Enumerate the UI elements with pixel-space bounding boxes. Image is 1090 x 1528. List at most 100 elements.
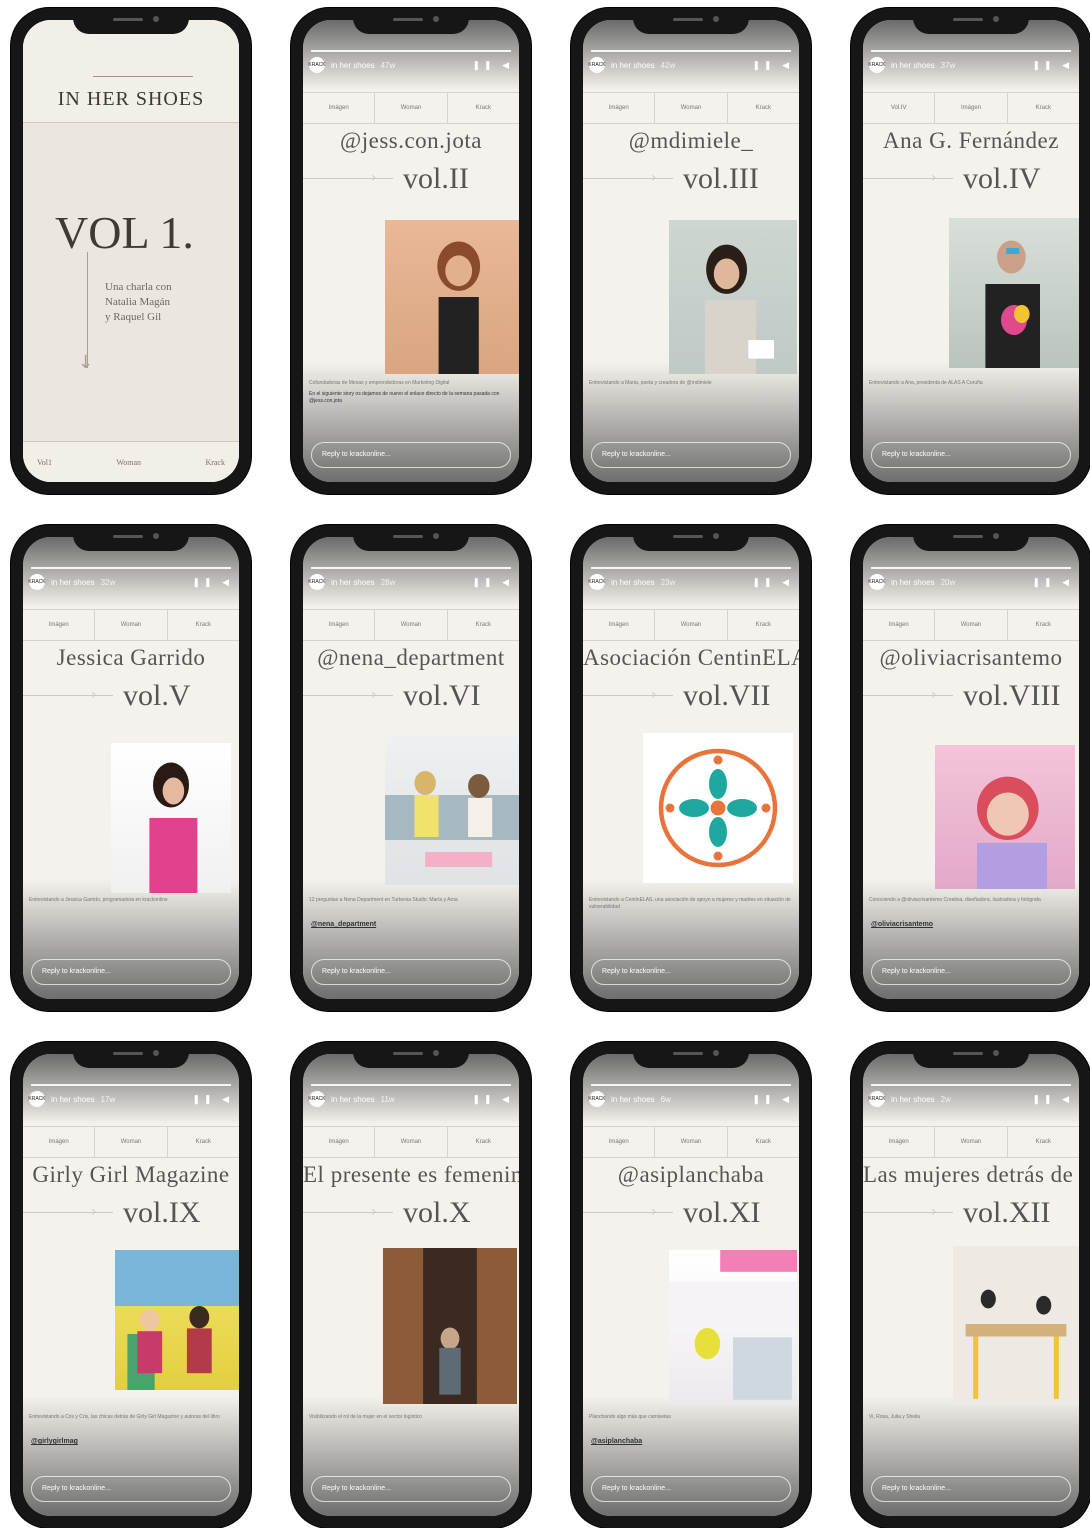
story-tag[interactable]: @nena_department [311,921,376,928]
story-account-row: KRACK in her shoes 20w ❚❚ ◀ [868,573,1073,591]
avatar[interactable]: KRACK [308,57,326,73]
story-nav-bar: Imágen Woman Krack [23,1126,239,1158]
story-time: 28w [380,577,396,587]
story-progress-bar [591,567,791,569]
story-screen[interactable]: KRACK in her shoes 47w ❚❚ ◀ Imágen Woman… [303,20,519,482]
pause-mute-icon[interactable]: ❚❚ ◀ [752,60,793,71]
story-time: 23w [660,577,676,587]
story-nav-bar: Imágen Woman Krack [583,92,799,124]
avatar[interactable]: KRACK [28,574,46,590]
story-screen[interactable]: KRACK in her shoes 32w ❚❚ ◀ Imágen Woman… [23,537,239,999]
reply-input[interactable]: Reply to krackonline... [591,442,791,468]
story-volume: vol.X [403,1196,471,1229]
story-progress-bar [31,1084,231,1086]
story-tag[interactable]: @oliviacrisantemo [871,921,933,928]
reply-input[interactable]: Reply to krackonline... [311,442,511,468]
arrow-line [303,695,393,696]
phone-story: KRACK in her shoes 11w ❚❚ ◀ Imágen Woman… [291,1042,531,1528]
nav-item: Imágen [863,1127,936,1157]
story-screen[interactable]: KRACK in her shoes 20w ❚❚ ◀ Imágen Woman… [863,537,1079,999]
arrow-right-icon: › [91,687,97,703]
story-volume: vol.V [123,679,191,712]
account-name[interactable]: in her shoes [891,578,935,587]
story-volume: vol.XII [963,1196,1051,1229]
arrow-line [583,178,673,179]
story-screen[interactable]: KRACK in her shoes 28w ❚❚ ◀ Imágen Woman… [303,537,519,999]
phone-notch [633,1042,749,1068]
phone-notch [913,8,1029,34]
account-name[interactable]: in her shoes [331,578,375,587]
avatar[interactable]: KRACK [588,57,606,73]
story-account-row: KRACK in her shoes 28w ❚❚ ◀ [308,573,513,591]
nav-item: Imágen [583,1127,656,1157]
phone-notch [73,1042,189,1068]
phone-story: KRACK in her shoes 28w ❚❚ ◀ Imágen Woman… [291,525,531,1011]
avatar[interactable]: KRACK [28,1091,46,1107]
account-name[interactable]: in her shoes [51,578,95,587]
reply-input[interactable]: Reply to krackonline... [591,1476,791,1502]
phone-story: KRACK in her shoes 6w ❚❚ ◀ Imágen Woman … [571,1042,811,1528]
account-name[interactable]: in her shoes [611,1095,655,1104]
pause-mute-icon[interactable]: ❚❚ ◀ [1032,60,1073,71]
pause-mute-icon[interactable]: ❚❚ ◀ [472,1094,513,1105]
pause-mute-icon[interactable]: ❚❚ ◀ [472,60,513,71]
phone-notch [633,8,749,34]
reply-input[interactable]: Reply to krackonline... [871,1476,1071,1502]
reply-input[interactable]: Reply to krackonline... [311,1476,511,1502]
pause-mute-icon[interactable]: ❚❚ ◀ [1032,1094,1073,1105]
story-tag[interactable]: @asiplanchaba [591,1438,642,1445]
avatar[interactable]: KRACK [868,57,886,73]
story-progress-bar [311,1084,511,1086]
story-screen[interactable]: KRACK in her shoes 42w ❚❚ ◀ Imágen Woman… [583,20,799,482]
account-name[interactable]: in her shoes [51,1095,95,1104]
avatar[interactable]: KRACK [588,574,606,590]
account-name[interactable]: in her shoes [331,1095,375,1104]
cover-subtitle-line: y Raquel Gil [105,311,162,323]
pause-mute-icon[interactable]: ❚❚ ◀ [752,577,793,588]
story-caption: Conociendo a @oliviacrisantemo Creativa,… [869,897,1073,908]
reply-input[interactable]: Reply to krackonline... [311,959,511,985]
arrow-line [863,695,953,696]
reply-input[interactable]: Reply to krackonline... [871,959,1071,985]
story-caption: Planchando algo más que camisetas [589,1414,793,1425]
story-screen[interactable]: KRACK in her shoes 11w ❚❚ ◀ Imágen Woman… [303,1054,519,1516]
account-name[interactable]: in her shoes [611,578,655,587]
story-screen[interactable]: KRACK in her shoes 37w ❚❚ ◀ Vol.IV Imáge… [863,20,1079,482]
story-screen[interactable]: KRACK in her shoes 6w ❚❚ ◀ Imágen Woman … [583,1054,799,1516]
avatar[interactable]: KRACK [868,574,886,590]
cover-footer-item: Woman [116,457,142,467]
cover-arrow-line [87,252,88,368]
avatar[interactable]: KRACK [308,574,326,590]
nav-item: Woman [95,610,168,640]
story-screen[interactable]: KRACK in her shoes 23w ❚❚ ◀ Imágen Woman… [583,537,799,999]
story-screen[interactable]: KRACK in her shoes 17w ❚❚ ◀ Imágen Woman… [23,1054,239,1516]
reply-input[interactable]: Reply to krackonline... [591,959,791,985]
story-time: 20w [940,577,956,587]
story-tag[interactable]: @girlygirlmag [31,1438,78,1445]
account-name[interactable]: in her shoes [891,61,935,70]
pause-mute-icon[interactable]: ❚❚ ◀ [192,1094,233,1105]
nav-item: Krack [755,105,771,111]
phone-story: KRACK in her shoes 42w ❚❚ ◀ Imágen Woman… [571,8,811,494]
avatar[interactable]: KRACK [308,1091,326,1107]
account-name[interactable]: in her shoes [331,61,375,70]
pause-mute-icon[interactable]: ❚❚ ◀ [192,577,233,588]
account-name[interactable]: in her shoes [891,1095,935,1104]
avatar[interactable]: KRACK [588,1091,606,1107]
story-screen[interactable]: KRACK in her shoes 2w ❚❚ ◀ Imágen Woman … [863,1054,1079,1516]
pause-mute-icon[interactable]: ❚❚ ◀ [472,577,513,588]
phone-story: KRACK in her shoes 2w ❚❚ ◀ Imágen Woman … [851,1042,1090,1528]
avatar[interactable]: KRACK [868,1091,886,1107]
account-name[interactable]: in her shoes [611,61,655,70]
story-account-row: KRACK in her shoes 17w ❚❚ ◀ [28,1090,233,1108]
reply-input[interactable]: Reply to krackonline... [871,442,1071,468]
pause-mute-icon[interactable]: ❚❚ ◀ [752,1094,793,1105]
pause-mute-icon[interactable]: ❚❚ ◀ [1032,577,1073,588]
nav-item: Imágen [935,93,1008,123]
reply-input[interactable]: Reply to krackonline... [31,959,231,985]
arrow-line [303,178,393,179]
nav-item: Woman [375,1127,448,1157]
story-time: 37w [940,60,956,70]
reply-input[interactable]: Reply to krackonline... [31,1476,231,1502]
nav-item: Krack [755,1139,771,1145]
